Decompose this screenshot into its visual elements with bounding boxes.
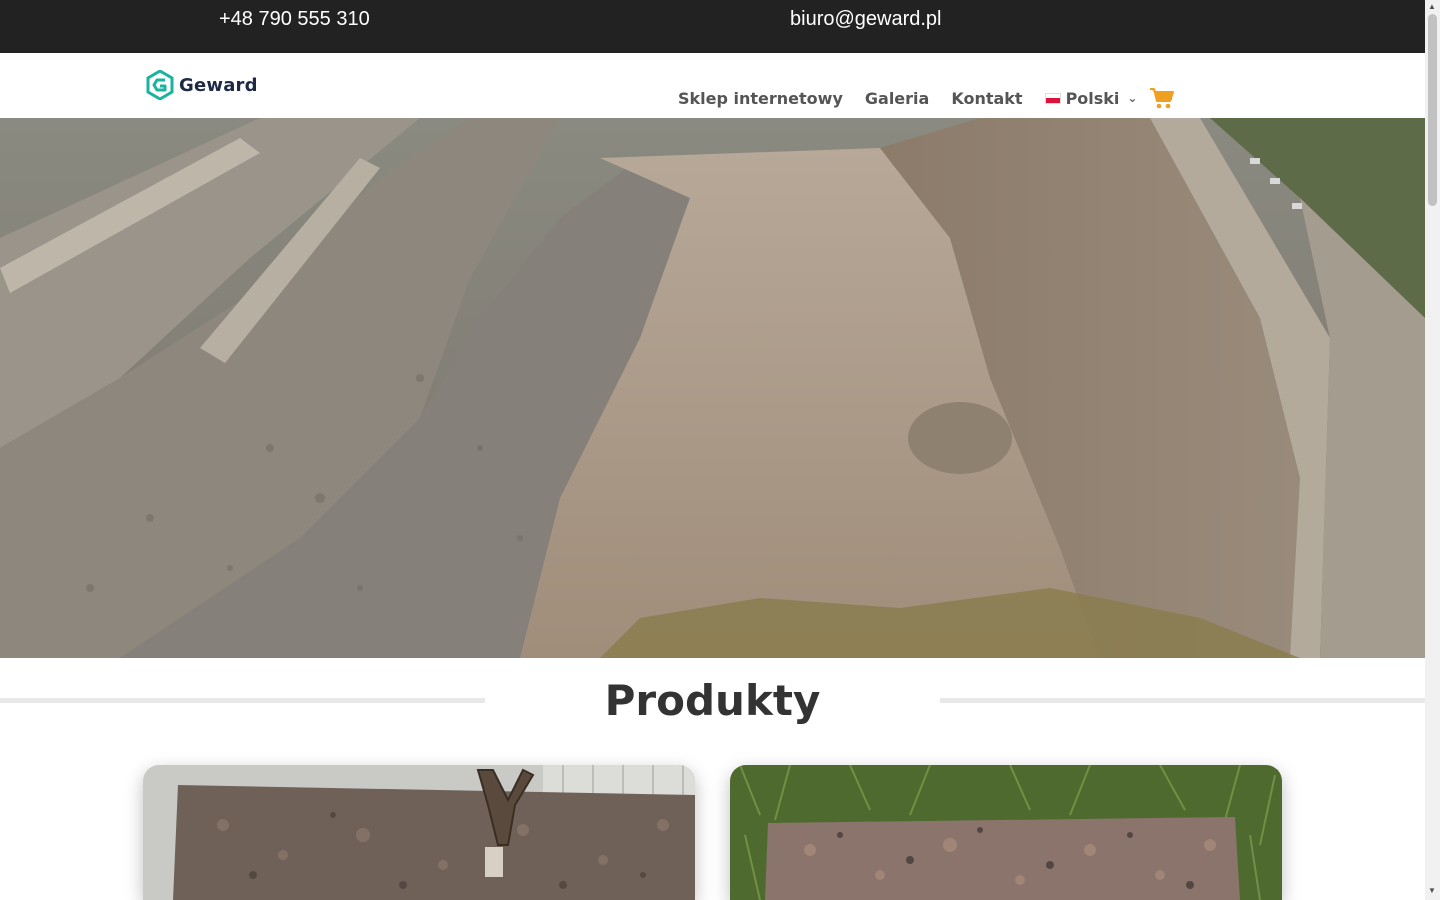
- products-section-header: Produkty: [0, 658, 1425, 748]
- email-link[interactable]: biuro@geward.pl: [790, 8, 942, 31]
- logo-text: Geward: [179, 74, 258, 96]
- page-scrollbar[interactable]: ▲ ▼: [1425, 0, 1440, 900]
- poland-flag-icon: [1044, 92, 1061, 104]
- scrollbar-thumb[interactable]: [1428, 14, 1437, 206]
- nav-item-galeria[interactable]: Galeria: [865, 89, 929, 108]
- shopping-cart-icon[interactable]: [1149, 86, 1175, 110]
- nav-item-sklep-internetowy[interactable]: Sklep internetowy: [678, 89, 843, 108]
- geward-logo-icon: [146, 70, 174, 100]
- site-logo[interactable]: Geward: [145, 70, 258, 100]
- scroll-up-arrow-icon[interactable]: ▲: [1428, 2, 1436, 11]
- nav-item-kontakt[interactable]: Kontakt: [951, 89, 1022, 108]
- site-header: Geward Sklep internetowy Galeria Kontakt…: [0, 53, 1425, 118]
- granite-slab-image: [143, 765, 695, 900]
- hero-quarry-image: [0, 118, 1425, 658]
- section-title: Produkty: [604, 676, 821, 725]
- phone-number-link[interactable]: +48 790 555 310: [219, 8, 370, 31]
- product-card-granite-slab[interactable]: [143, 765, 695, 900]
- main-navigation: Sklep internetowy Galeria Kontakt Polski…: [678, 86, 1175, 110]
- title-divider-right: [940, 698, 1425, 703]
- product-card-granite-tile[interactable]: [730, 765, 1282, 900]
- top-contact-bar: +48 790 555 310 biuro@geward.pl: [0, 0, 1425, 53]
- language-label: Polski: [1065, 88, 1120, 108]
- scroll-down-arrow-icon[interactable]: ▼: [1428, 886, 1436, 895]
- chevron-down-icon: ⌄: [1127, 91, 1138, 105]
- language-switcher[interactable]: Polski ⌄: [1044, 88, 1138, 108]
- title-divider-left: [0, 698, 485, 703]
- granite-tile-image: [730, 765, 1282, 900]
- quarry-illustration: [0, 118, 1425, 658]
